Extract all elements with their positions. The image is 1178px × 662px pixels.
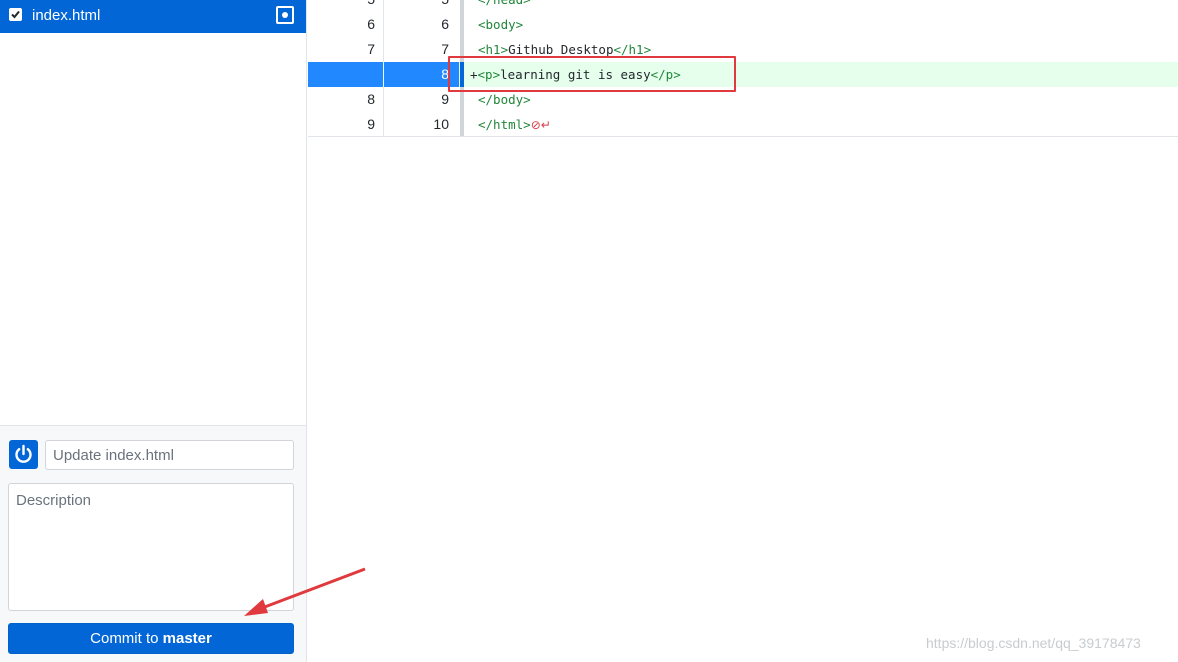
watermark: https://blog.csdn.net/qq_39178473 (926, 635, 1141, 651)
checkmark-icon (11, 10, 20, 19)
old-line-number: 7 (367, 41, 375, 57)
changed-file-row[interactable]: index.html (0, 0, 306, 33)
avatar (9, 440, 38, 469)
diff-code: </body> (478, 92, 531, 107)
diff-line[interactable]: 5 5 </head> (308, 0, 1178, 12)
new-line-number: 6 (441, 16, 449, 32)
commit-button-prefix: Commit to (90, 630, 159, 647)
file-include-checkbox[interactable] (9, 8, 22, 21)
modified-icon (276, 6, 294, 24)
commit-button-branch: master (162, 630, 212, 647)
new-line-number: 8 (384, 62, 459, 87)
old-line-number: 5 (308, 0, 383, 12)
old-line-number (308, 62, 383, 87)
commit-message-area: Commit to master (0, 425, 306, 662)
diff-line[interactable]: 8 9 </body> (308, 87, 1178, 112)
diff-line[interactable]: 7 7 <h1>Github Desktop</h1> (308, 37, 1178, 62)
old-line-number: 6 (367, 16, 375, 32)
commit-description-input[interactable] (8, 483, 294, 611)
changed-file-name: index.html (32, 7, 101, 24)
new-line-number: 5 (384, 0, 459, 12)
diff-code: +<p>learning git is easy</p> (470, 67, 681, 82)
commit-button[interactable]: Commit to master (8, 623, 294, 654)
new-line-number: 9 (441, 91, 449, 107)
new-line-number: 7 (441, 41, 449, 57)
diff-view: 5 5 </head> 6 6 <body> 7 7 <h1>Github De… (308, 0, 1178, 137)
diff-code: <body> (478, 17, 524, 32)
old-line-number: 9 (367, 116, 375, 132)
power-icon (15, 444, 32, 463)
commit-summary-input[interactable] (45, 440, 294, 470)
old-line-number: 8 (367, 91, 375, 107)
diff-line[interactable]: 9 10 </html>⊘↵ (308, 112, 1178, 136)
diff-line-added[interactable]: 8 +<p>learning git is easy</p> (308, 62, 1178, 87)
new-line-number: 10 (433, 116, 449, 132)
diff-code: </head> (478, 0, 531, 12)
changes-sidebar: index.html Commit to master (0, 0, 307, 662)
diff-code: <h1>Github Desktop</h1> (478, 42, 652, 57)
diff-line[interactable]: 6 6 <body> (308, 12, 1178, 37)
diff-code: </html>⊘↵ (478, 117, 551, 132)
